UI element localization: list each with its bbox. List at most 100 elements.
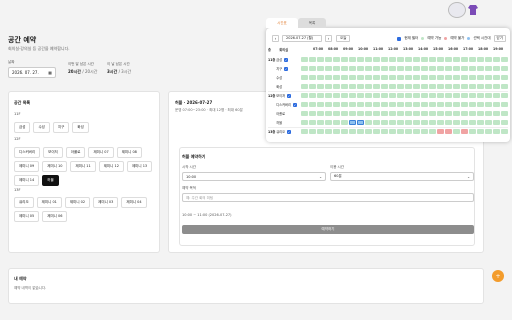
time-slot[interactable] [493, 66, 500, 71]
close-button[interactable]: 닫기 [493, 35, 506, 42]
time-slot[interactable] [389, 102, 396, 107]
space-chip[interactable]: 디스커버리 [14, 147, 41, 158]
time-slot[interactable] [309, 120, 316, 125]
time-slot[interactable] [309, 111, 316, 116]
time-slot[interactable] [349, 111, 356, 116]
time-slot[interactable] [373, 75, 380, 80]
time-slot[interactable] [461, 66, 468, 71]
time-slot[interactable] [469, 120, 476, 125]
time-slot[interactable] [365, 93, 372, 98]
time-slot[interactable] [421, 93, 428, 98]
time-slot[interactable] [421, 129, 428, 134]
time-slot[interactable] [317, 66, 324, 71]
time-slot[interactable] [461, 84, 468, 89]
space-chip[interactable]: 제미니 01 [36, 197, 62, 208]
space-chip[interactable]: 금성 [14, 122, 31, 133]
time-slot[interactable] [389, 120, 396, 125]
time-slot[interactable] [325, 84, 332, 89]
time-slot[interactable] [325, 120, 332, 125]
space-chip[interactable]: 제미니 05 [14, 211, 40, 222]
time-slot[interactable] [333, 102, 340, 107]
time-slot[interactable] [477, 75, 484, 80]
time-slot[interactable] [493, 84, 500, 89]
time-slot[interactable] [429, 66, 436, 71]
time-slot[interactable] [413, 102, 420, 107]
time-slot[interactable] [349, 66, 356, 71]
time-slot[interactable] [381, 93, 388, 98]
time-slot[interactable] [301, 102, 308, 107]
space-chip[interactable]: 제미니 03 [93, 197, 119, 208]
time-slot[interactable] [341, 66, 348, 71]
time-slot[interactable] [333, 129, 340, 134]
time-slot[interactable] [429, 129, 436, 134]
time-slot[interactable] [421, 57, 428, 62]
time-slot[interactable] [389, 93, 396, 98]
purpose-input[interactable]: 예: 주간 회의 미팅 [182, 193, 474, 202]
time-slot[interactable] [373, 129, 380, 134]
time-slot[interactable] [413, 84, 420, 89]
time-slot[interactable] [437, 129, 444, 134]
time-slot[interactable] [485, 84, 492, 89]
time-slot[interactable] [317, 84, 324, 89]
time-slot[interactable] [341, 102, 348, 107]
time-slot[interactable] [381, 75, 388, 80]
time-slot[interactable] [341, 84, 348, 89]
time-slot[interactable] [485, 111, 492, 116]
time-slot[interactable] [325, 66, 332, 71]
space-chip[interactable]: 제미니 08 [116, 147, 142, 158]
time-slot[interactable] [325, 102, 332, 107]
time-slot[interactable] [341, 111, 348, 116]
space-chip[interactable]: 제미니 12 [98, 161, 124, 172]
time-slot[interactable] [405, 93, 412, 98]
time-slot[interactable] [437, 75, 444, 80]
time-slot[interactable] [453, 93, 460, 98]
time-slot[interactable] [373, 111, 380, 116]
time-slot[interactable] [445, 111, 452, 116]
space-chip[interactable]: 제미니 09 [14, 161, 40, 172]
time-slot[interactable] [373, 66, 380, 71]
time-slot[interactable] [469, 75, 476, 80]
time-slot[interactable] [461, 102, 468, 107]
time-slot[interactable] [477, 66, 484, 71]
time-slot[interactable] [309, 102, 316, 107]
time-slot[interactable] [325, 129, 332, 134]
time-slot[interactable] [405, 120, 412, 125]
timetable-date[interactable]: 2026.07.27 (월) [282, 35, 322, 42]
time-slot[interactable] [501, 66, 508, 71]
time-slot[interactable] [493, 75, 500, 80]
time-slot[interactable] [373, 84, 380, 89]
time-slot[interactable] [381, 84, 388, 89]
time-slot[interactable] [397, 102, 404, 107]
user-avatar[interactable] [448, 2, 478, 20]
time-slot[interactable] [389, 129, 396, 134]
time-slot[interactable] [365, 111, 372, 116]
time-slot[interactable] [429, 84, 436, 89]
time-slot[interactable] [397, 66, 404, 71]
time-slot[interactable] [469, 84, 476, 89]
time-slot[interactable] [357, 111, 364, 116]
time-slot[interactable] [477, 102, 484, 107]
time-slot[interactable] [357, 93, 364, 98]
time-slot[interactable] [501, 120, 508, 125]
time-slot[interactable] [309, 93, 316, 98]
time-slot[interactable] [501, 111, 508, 116]
time-slot[interactable] [309, 75, 316, 80]
time-slot[interactable] [421, 102, 428, 107]
time-slot[interactable] [429, 93, 436, 98]
time-slot[interactable] [317, 111, 324, 116]
time-slot[interactable] [429, 111, 436, 116]
time-slot[interactable] [317, 93, 324, 98]
time-slot[interactable] [405, 102, 412, 107]
time-slot[interactable] [365, 75, 372, 80]
time-slot[interactable] [485, 93, 492, 98]
time-slot[interactable] [325, 111, 332, 116]
time-slot[interactable] [429, 75, 436, 80]
time-slot[interactable] [429, 120, 436, 125]
time-slot[interactable] [365, 84, 372, 89]
space-chip[interactable]: 아폴로 [65, 147, 86, 158]
time-slot[interactable] [469, 66, 476, 71]
time-slot[interactable] [397, 57, 404, 62]
time-slot[interactable] [317, 57, 324, 62]
time-slot[interactable] [397, 93, 404, 98]
time-slot[interactable] [477, 120, 484, 125]
